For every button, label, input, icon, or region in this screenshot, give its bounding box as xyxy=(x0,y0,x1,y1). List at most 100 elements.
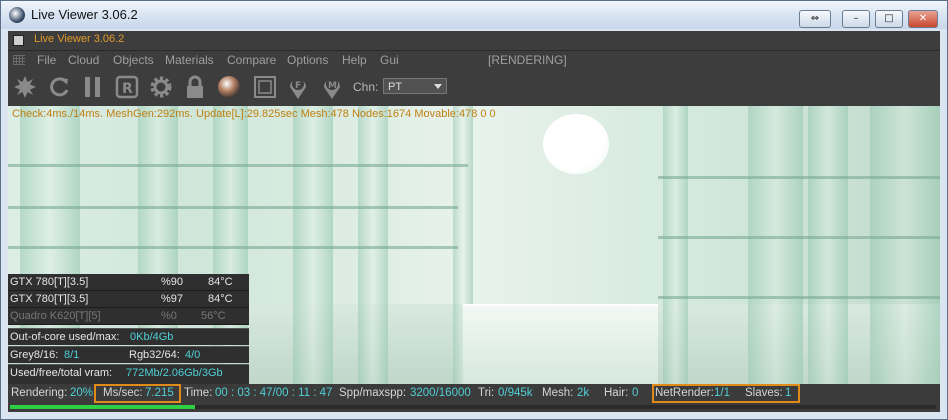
vram-info: Used/free/total vram: 772Mb/2.06Gb/3Gb xyxy=(8,364,249,384)
title-bar[interactable]: Live Viewer 3.06.2 ⇔ – □ ✕ xyxy=(1,1,947,29)
rgb-label: Rgb32/64: xyxy=(129,349,180,361)
spp-value: 3200/16000 xyxy=(410,387,471,399)
render-state-label: [RENDERING] xyxy=(488,53,567,67)
render-shelf xyxy=(8,246,458,249)
gpu-usage: %97 xyxy=(161,293,184,305)
panel-header: Live Viewer 3.06.2 xyxy=(8,31,940,51)
window-title: Live Viewer 3.06.2 xyxy=(31,7,138,22)
render-region-icon[interactable]: R xyxy=(114,74,140,100)
channel-select[interactable]: PT xyxy=(383,78,447,94)
render-viewport[interactable]: Check:4ms./14ms. MeshGen:292ms. Update[L… xyxy=(8,106,940,384)
gpu-table: GTX 780[T][3.5] %90 84°C GTX 780[T][3.5]… xyxy=(8,274,249,325)
grey-value: 8/1 xyxy=(64,349,80,361)
close-button[interactable]: ✕ xyxy=(908,10,938,28)
menu-file[interactable]: File xyxy=(37,53,56,67)
material-sphere-icon[interactable] xyxy=(216,74,242,100)
frame-icon[interactable] xyxy=(252,74,278,100)
viewer-panel: Live Viewer 3.06.2 File Cloud Objects Ma… xyxy=(8,31,940,412)
gpu-usage: %0 xyxy=(161,310,177,322)
gpu-temp: 84°C xyxy=(208,293,233,305)
gpu-temp: 84°C xyxy=(208,276,233,288)
gpu-name: GTX 780[T][3.5] xyxy=(10,276,89,288)
render-counter xyxy=(463,304,658,384)
swap-button[interactable]: ⇔ xyxy=(799,10,831,28)
out-of-core-label: Out-of-core used/max: xyxy=(10,331,120,343)
out-of-core-value: 0Kb/4Gb xyxy=(130,331,174,343)
menu-cloud[interactable]: Cloud xyxy=(68,53,99,67)
ms-sec-label: Ms/sec: xyxy=(103,387,143,399)
slaves-label: Slaves: xyxy=(745,387,783,399)
texture-info: Grey8/16: 8/1 Rgb32/64: 4/0 xyxy=(8,346,249,363)
time-value: 00 : 03 : 47/00 : 11 : 47 xyxy=(215,387,333,399)
status-bar: Rendering: 20% Ms/sec: 7.215 Time: 00 : … xyxy=(8,384,940,404)
out-of-core-info: Out-of-core used/max: 0Kb/4Gb xyxy=(8,328,249,345)
gpu-temp: 56°C xyxy=(201,310,226,322)
mesh-value: 2k xyxy=(577,387,590,399)
mesh-label: Mesh: xyxy=(542,387,574,399)
refresh-icon[interactable] xyxy=(46,74,72,100)
channel-label: Chn: xyxy=(353,80,379,94)
gpu-name: Quadro K620[T][5] xyxy=(10,310,101,322)
live-viewer-window: Live Viewer 3.06.2 ⇔ – □ ✕ Live Viewer 3… xyxy=(0,0,948,420)
render-shelf xyxy=(658,176,940,179)
aperture-icon[interactable] xyxy=(12,74,38,100)
tri-label: Tri: xyxy=(478,387,495,399)
menu-objects[interactable]: Objects xyxy=(113,53,154,67)
menu-options[interactable]: Options xyxy=(287,53,328,67)
netrender-value: 1/1 xyxy=(714,387,730,399)
minimize-button[interactable]: – xyxy=(842,10,870,28)
svg-text:F: F xyxy=(295,81,301,91)
render-lamp xyxy=(543,114,609,174)
vram-label: Used/free/total vram: xyxy=(10,367,113,379)
menu-bar: File Cloud Objects Materials Compare Opt… xyxy=(8,51,940,69)
render-shelf xyxy=(8,164,468,167)
rendering-value: 20% xyxy=(70,387,94,399)
cinema4d-app-icon xyxy=(9,7,25,23)
toolbar: R F M Chn: PT xyxy=(8,69,940,105)
maximize-button[interactable]: □ xyxy=(875,10,903,28)
rgb-value: 4/0 xyxy=(185,349,201,361)
settings-gear-icon[interactable] xyxy=(148,74,174,100)
gpu-name: GTX 780[T][3.5] xyxy=(10,293,89,305)
svg-text:M: M xyxy=(328,81,337,91)
f-pin-icon[interactable]: F xyxy=(285,74,311,100)
render-shelf xyxy=(658,236,940,239)
render-pillar xyxy=(293,106,333,384)
channel-value: PT xyxy=(388,81,403,93)
hair-value: 0 xyxy=(632,387,639,399)
pause-icon[interactable] xyxy=(80,74,106,100)
render-shelf xyxy=(8,206,458,209)
render-progress-bar xyxy=(10,405,936,409)
slaves-value: 1 xyxy=(785,387,792,399)
render-pillar xyxy=(358,106,388,384)
hair-label: Hair: xyxy=(604,387,629,399)
tri-value: 0/945k xyxy=(498,387,533,399)
render-shelf xyxy=(658,296,940,299)
menu-materials[interactable]: Materials xyxy=(165,53,214,67)
render-pillar xyxy=(748,106,803,384)
gpu-row[interactable]: Quadro K620[T][5] %0 56°C xyxy=(8,308,249,325)
grip-icon[interactable] xyxy=(13,55,25,65)
time-label: Time: xyxy=(184,387,213,399)
lock-icon[interactable] xyxy=(182,74,208,100)
gpu-usage: %90 xyxy=(161,276,184,288)
render-pillar xyxy=(663,106,688,384)
render-pillar xyxy=(870,106,940,384)
vram-value: 772Mb/2.06Gb/3Gb xyxy=(126,367,223,379)
netrender-label: NetRender: xyxy=(655,387,714,399)
spp-label: Spp/maxspp: xyxy=(339,387,407,399)
m-pin-icon[interactable]: M xyxy=(319,74,345,100)
stats-line: Check:4ms./14ms. MeshGen:292ms. Update[L… xyxy=(12,108,496,120)
menu-help[interactable]: Help xyxy=(342,53,367,67)
ms-sec-value: 7.215 xyxy=(145,387,174,399)
render-pillar xyxy=(808,106,848,384)
menu-gui[interactable]: Gui xyxy=(380,53,399,67)
panel-checkbox[interactable] xyxy=(13,35,24,46)
gpu-row[interactable]: GTX 780[T][3.5] %97 84°C xyxy=(8,291,249,308)
render-progress-fill xyxy=(10,405,196,409)
menu-compare[interactable]: Compare xyxy=(227,53,276,67)
svg-text:R: R xyxy=(122,81,133,97)
grey-label: Grey8/16: xyxy=(10,349,59,361)
gpu-row[interactable]: GTX 780[T][3.5] %90 84°C xyxy=(8,274,249,291)
rendering-label: Rendering: xyxy=(11,387,68,399)
